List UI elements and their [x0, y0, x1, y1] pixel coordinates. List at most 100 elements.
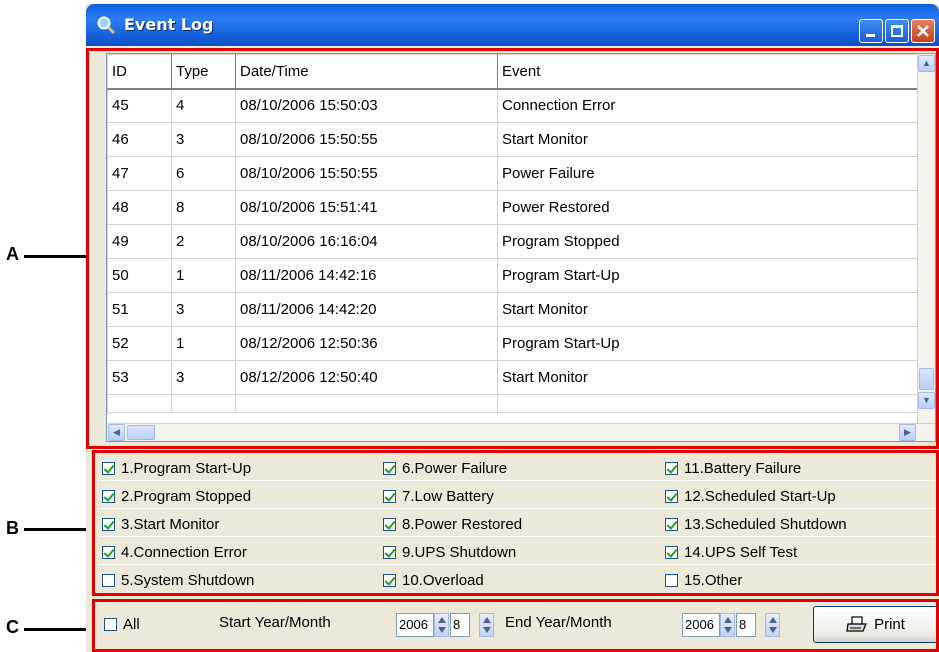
filter-checkbox-label: 13.Scheduled Shutdown	[684, 515, 847, 533]
checkbox-checked-icon[interactable]	[383, 545, 396, 559]
table-row[interactable]: 50 1 08/11/2006 14:42:16 Program Start-Up	[107, 258, 918, 293]
checkbox-checked-icon[interactable]	[383, 573, 396, 587]
filter-checkbox[interactable]: 5.System Shutdown	[102, 570, 254, 590]
spin-down-icon[interactable]	[483, 627, 491, 633]
cell-type: 3	[171, 122, 236, 157]
cell-id: 45	[107, 88, 172, 123]
start-month-field[interactable]: 8	[450, 613, 470, 637]
checkbox-checked-icon[interactable]	[102, 489, 115, 503]
cell-datetime: 08/10/2006 15:51:41	[235, 190, 498, 225]
all-checkbox[interactable]: All	[104, 614, 140, 634]
start-year-month-label: Start Year/Month	[219, 614, 331, 631]
cell-type: 4	[171, 88, 236, 123]
column-header-datetime[interactable]: Date/Time	[235, 54, 498, 90]
start-year-field[interactable]: 2006	[396, 613, 434, 637]
cell-event: Start Monitor	[497, 360, 918, 395]
filter-checkbox[interactable]: 3.Start Monitor	[102, 514, 219, 534]
filter-checkbox-label: 5.System Shutdown	[121, 571, 255, 589]
checkbox-checked-icon[interactable]	[102, 545, 115, 559]
cell-id: 52	[107, 326, 172, 361]
spin-up-icon[interactable]	[724, 617, 732, 623]
filter-checkbox[interactable]: 13.Scheduled Shutdown	[665, 514, 847, 534]
filter-checkbox[interactable]: 15.Other	[665, 570, 742, 590]
table-row[interactable]: 53 3 08/12/2006 12:50:40 Start Monitor	[107, 360, 918, 395]
close-button[interactable]	[911, 19, 935, 43]
end-year-field[interactable]: 2006	[682, 613, 720, 637]
start-year-spinner[interactable]	[434, 613, 449, 637]
table-row[interactable]: 45 4 08/10/2006 15:50:03 Connection Error	[107, 88, 918, 123]
column-header-id[interactable]: ID	[107, 54, 172, 90]
callout-b-line	[24, 528, 86, 531]
vertical-scroll-thumb[interactable]	[919, 368, 934, 390]
cell-datetime: 08/10/2006 16:16:04	[235, 224, 498, 259]
filter-checkbox[interactable]: 7.Low Battery	[383, 486, 494, 506]
spin-up-icon[interactable]	[438, 617, 446, 623]
table-row[interactable]: 49 2 08/10/2006 16:16:04 Program Stopped	[107, 224, 918, 259]
filter-checkbox-label: 3.Start Monitor	[121, 515, 220, 533]
table-row[interactable]: 47 6 08/10/2006 15:50:55 Power Failure	[107, 156, 918, 191]
end-month-field[interactable]: 8	[736, 613, 756, 637]
filter-checkbox[interactable]: 6.Power Failure	[383, 458, 507, 478]
end-month-spinner[interactable]	[765, 613, 780, 637]
table-row[interactable]: 46 3 08/10/2006 15:50:55 Start Monitor	[107, 122, 918, 157]
callout-a: A	[6, 244, 19, 264]
checkbox-checked-icon[interactable]	[383, 489, 396, 503]
filter-checkbox[interactable]: 8.Power Restored	[383, 514, 522, 534]
checkbox-checked-icon[interactable]	[665, 545, 678, 559]
checkbox-checked-icon[interactable]	[665, 517, 678, 531]
horizontal-scrollbar[interactable]: ◀ ▶	[107, 423, 935, 441]
checkbox-checked-icon[interactable]	[102, 517, 115, 531]
table-row[interactable]: 48 8 08/10/2006 15:51:41 Power Restored	[107, 190, 918, 225]
filter-checkbox[interactable]: 10.Overload	[383, 570, 484, 590]
column-header-type[interactable]: Type	[171, 54, 236, 90]
start-month-spinner[interactable]	[479, 613, 494, 637]
filter-checkbox[interactable]: 2.Program Stopped	[102, 486, 251, 506]
print-button[interactable]: Print	[813, 606, 938, 643]
horizontal-scroll-thumb[interactable]	[127, 425, 155, 440]
spin-down-icon[interactable]	[438, 627, 446, 633]
end-year-spinner[interactable]	[720, 613, 735, 637]
date-range-bar: All Start Year/Month 2006 8 End Year/Mon…	[96, 603, 939, 645]
filter-checkbox-label: 14.UPS Self Test	[684, 543, 798, 561]
checkbox-checked-icon[interactable]	[383, 517, 396, 531]
filter-checkbox-label: 9.UPS Shutdown	[402, 543, 517, 561]
table-header-row: ID Type Date/Time Event	[107, 54, 918, 90]
table-row[interactable]: 51 3 08/11/2006 14:42:20 Start Monitor	[107, 292, 918, 327]
filter-checkbox[interactable]: 12.Scheduled Start-Up	[665, 486, 836, 506]
print-button-label: Print	[874, 616, 905, 633]
filter-row-divider	[100, 536, 936, 537]
checkbox-unchecked-icon[interactable]	[102, 573, 115, 587]
spin-down-icon[interactable]	[724, 627, 732, 633]
table-row[interactable]: 52 1 08/12/2006 12:50:36 Program Start-Up	[107, 326, 918, 361]
checkbox-checked-icon[interactable]	[383, 461, 396, 475]
checkbox-unchecked-icon[interactable]	[665, 573, 678, 587]
column-header-event[interactable]: Event	[497, 54, 918, 90]
spin-up-icon[interactable]	[769, 617, 777, 623]
minimize-button[interactable]	[859, 19, 883, 43]
cell-event: Program Stopped	[497, 224, 918, 259]
checkbox-checked-icon[interactable]	[665, 489, 678, 503]
scroll-down-arrow-icon[interactable]: ▼	[918, 392, 935, 409]
spin-up-icon[interactable]	[483, 617, 491, 623]
callout-c-line	[24, 628, 86, 631]
filter-checkbox[interactable]: 1.Program Start-Up	[102, 458, 251, 478]
filter-checkbox[interactable]: 14.UPS Self Test	[665, 542, 797, 562]
filter-checkbox[interactable]: 11.Battery Failure	[665, 458, 801, 478]
filter-checkbox[interactable]: 9.UPS Shutdown	[383, 542, 516, 562]
checkbox-checked-icon[interactable]	[665, 461, 678, 475]
scroll-right-arrow-icon[interactable]: ▶	[899, 424, 916, 441]
checkbox-checked-icon[interactable]	[102, 461, 115, 475]
scroll-left-arrow-icon[interactable]: ◀	[108, 424, 125, 441]
vertical-scrollbar[interactable]: ▲ ▼	[917, 54, 935, 424]
maximize-button[interactable]	[885, 19, 909, 43]
cell-event: Program Start-Up	[497, 326, 918, 361]
callout-c: C	[6, 617, 19, 637]
filter-checkbox-label: 1.Program Start-Up	[121, 459, 252, 477]
all-checkbox-box[interactable]	[104, 617, 117, 631]
event-table[interactable]: ID Type Date/Time Event 45 4 08/10/2006 15…	[106, 53, 936, 442]
filter-checkbox[interactable]: 4.Connection Error	[102, 542, 247, 562]
spin-down-icon[interactable]	[769, 627, 777, 633]
scroll-up-arrow-icon[interactable]: ▲	[918, 55, 935, 72]
cell-event: Program Start-Up	[497, 258, 918, 293]
title-bar[interactable]: Event Log	[86, 4, 939, 46]
